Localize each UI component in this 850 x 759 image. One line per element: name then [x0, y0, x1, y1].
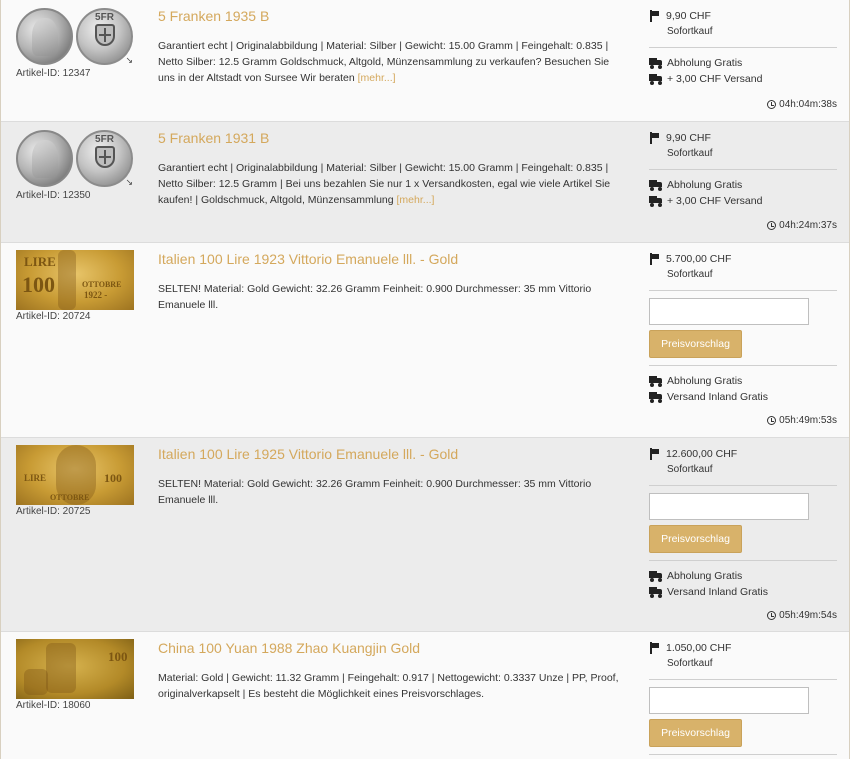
- price: 9,90 CHF: [666, 132, 711, 144]
- listing-description: Garantiert echt | Originalabbildung | Ma…: [158, 40, 610, 84]
- divider: [649, 560, 837, 561]
- divider: [649, 754, 837, 755]
- clock-icon: [767, 100, 777, 109]
- article-id: Artikel-ID: 12350: [16, 190, 91, 201]
- offer-button[interactable]: Preisvorschlag: [649, 330, 742, 358]
- price-type: Sofortkauf: [667, 464, 713, 475]
- zoom-icon[interactable]: ↘: [125, 55, 133, 66]
- time-left: 05h:49m:54s: [767, 610, 837, 621]
- listing-description: Garantiert echt | Originalabbildung | Ma…: [158, 162, 611, 206]
- article-id: Artikel-ID: 12347: [16, 68, 91, 79]
- truck-icon: [649, 587, 662, 598]
- listing-row: LIRE 100 OTTOBRE Artikel-ID: 20725 Itali…: [1, 438, 849, 632]
- divider: [649, 47, 837, 48]
- shipping-info: + 3,00 CHF Versand: [667, 73, 763, 85]
- listing-row: 100 Artikel-ID: 18060 China 100 Yuan 198…: [1, 632, 849, 759]
- divider: [649, 169, 837, 170]
- pickup-info: Abholung Gratis: [667, 375, 743, 387]
- zoom-icon[interactable]: ↘: [125, 177, 133, 188]
- more-link[interactable]: [mehr...]: [397, 194, 435, 206]
- flag-icon: [649, 448, 660, 460]
- offer-input[interactable]: [649, 687, 809, 714]
- coin-front-image: [16, 8, 73, 65]
- truck-icon: [649, 196, 662, 207]
- price-type: Sofortkauf: [667, 658, 713, 669]
- coin-front-image: [16, 130, 73, 187]
- clock-icon: [767, 416, 777, 425]
- coin-thumbnail[interactable]: 100: [16, 639, 134, 699]
- flag-icon: [649, 642, 660, 654]
- listing-title[interactable]: 5 Franken 1931 B: [158, 130, 269, 146]
- pickup-info: Abholung Gratis: [667, 179, 743, 191]
- price-type: Sofortkauf: [667, 26, 713, 37]
- shipping-info: + 3,00 CHF Versand: [667, 195, 763, 207]
- listing-list: 5FR ↘ Artikel-ID: 12347 5 Franken 1935 B…: [1, 0, 849, 759]
- offer-button[interactable]: Preisvorschlag: [649, 719, 742, 747]
- listing-row: 5FR ↘ Artikel-ID: 12347 5 Franken 1935 B…: [1, 0, 849, 122]
- listing-title[interactable]: Italien 100 Lire 1923 Vittorio Emanuele …: [158, 251, 458, 267]
- coin-back-image: 5FR: [76, 130, 133, 187]
- price-block: 1.050,00 CHF Sofortkauf Preisvorschlag: [649, 640, 837, 759]
- price-type: Sofortkauf: [667, 269, 713, 280]
- price: 12.600,00 CHF: [666, 448, 738, 460]
- pickup-info: Abholung Gratis: [667, 57, 743, 69]
- listing-description: SELTEN! Material: Gold Gewicht: 32.26 Gr…: [158, 478, 592, 506]
- truck-icon: [649, 571, 662, 582]
- time-left: 05h:49m:53s: [767, 415, 837, 426]
- price-block: 9,90 CHF Sofortkauf Abholung Gratis + 3,…: [649, 130, 837, 209]
- listing-row: 5FR ↘ Artikel-ID: 12350 5 Franken 1931 B…: [1, 122, 849, 243]
- time-left: 04h:24m:37s: [767, 220, 837, 231]
- time-left: 04h:04m:38s: [767, 99, 837, 110]
- shipping-info: Versand Inland Gratis: [667, 391, 768, 403]
- flag-icon: [649, 132, 660, 144]
- truck-icon: [649, 58, 662, 69]
- pickup-info: Abholung Gratis: [667, 570, 743, 582]
- price-block: 9,90 CHF Sofortkauf Abholung Gratis + 3,…: [649, 8, 837, 87]
- coin-thumbnail[interactable]: 5FR ↘: [16, 7, 134, 67]
- gold-coin-image: 100: [16, 639, 134, 699]
- truck-icon: [649, 74, 662, 85]
- listing-title[interactable]: 5 Franken 1935 B: [158, 8, 269, 24]
- article-id: Artikel-ID: 18060: [16, 700, 91, 711]
- clock-icon: [767, 221, 777, 230]
- divider: [649, 365, 837, 366]
- price: 9,90 CHF: [666, 10, 711, 22]
- offer-input[interactable]: [649, 298, 809, 325]
- coin-back-image: 5FR: [76, 8, 133, 65]
- price-block: 5.700,00 CHF Sofortkauf Preisvorschlag A…: [649, 251, 837, 405]
- truck-icon: [649, 180, 662, 191]
- divider: [649, 290, 837, 291]
- listing-row: LIRE 100 OTTOBRE 1922 - Artikel-ID: 2072…: [1, 243, 849, 438]
- coin-thumbnail[interactable]: 5FR ↘: [16, 129, 134, 189]
- shipping-info: Versand Inland Gratis: [667, 586, 768, 598]
- clock-icon: [767, 611, 777, 620]
- coin-thumbnail[interactable]: LIRE 100 OTTOBRE 1922 -: [16, 250, 134, 310]
- price: 5.700,00 CHF: [666, 253, 732, 265]
- price: 1.050,00 CHF: [666, 642, 732, 654]
- truck-icon: [649, 392, 662, 403]
- article-id: Artikel-ID: 20724: [16, 311, 91, 322]
- flag-icon: [649, 253, 660, 265]
- divider: [649, 485, 837, 486]
- listing-title[interactable]: Italien 100 Lire 1925 Vittorio Emanuele …: [158, 446, 458, 462]
- article-id: Artikel-ID: 20725: [16, 506, 91, 517]
- listing-description: Material: Gold | Gewicht: 11.32 Gramm | …: [158, 672, 619, 700]
- listing-title[interactable]: China 100 Yuan 1988 Zhao Kuangjin Gold: [158, 640, 420, 656]
- price-type: Sofortkauf: [667, 148, 713, 159]
- divider: [649, 679, 837, 680]
- gold-coin-image: LIRE 100 OTTOBRE: [16, 445, 134, 505]
- price-block: 12.600,00 CHF Sofortkauf Preisvorschlag …: [649, 446, 837, 600]
- truck-icon: [649, 376, 662, 387]
- gold-coin-image: LIRE 100 OTTOBRE 1922 -: [16, 250, 134, 310]
- offer-button[interactable]: Preisvorschlag: [649, 525, 742, 553]
- flag-icon: [649, 10, 660, 22]
- coin-thumbnail[interactable]: LIRE 100 OTTOBRE: [16, 445, 134, 505]
- listing-description: SELTEN! Material: Gold Gewicht: 32.26 Gr…: [158, 283, 592, 311]
- offer-input[interactable]: [649, 493, 809, 520]
- more-link[interactable]: [mehr...]: [358, 72, 396, 84]
